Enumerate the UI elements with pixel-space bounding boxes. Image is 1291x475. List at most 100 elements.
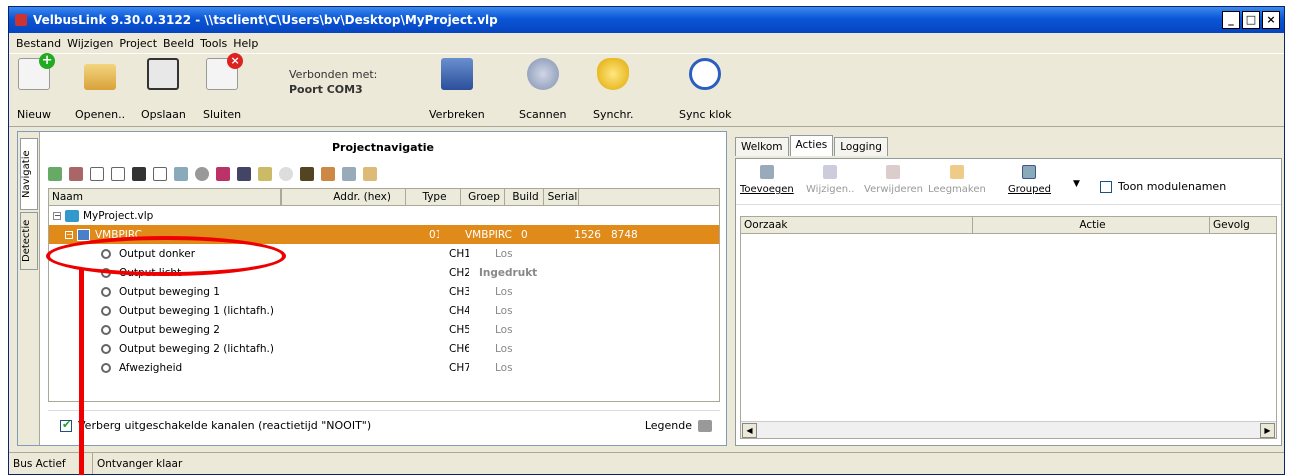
grouped-dropdown-icon[interactable]: ▼ — [1073, 179, 1080, 189]
scan-label: Scannen — [519, 108, 567, 121]
col-build[interactable]: Build — [505, 189, 544, 205]
close-button[interactable]: × — [1262, 11, 1280, 29]
add-link-icon — [759, 165, 774, 179]
module-icon[interactable] — [216, 167, 230, 181]
scroll-right-icon[interactable]: ▶ — [1260, 423, 1275, 438]
binoculars-icon[interactable] — [132, 167, 146, 181]
new-file-icon: + — [18, 53, 56, 90]
maximize-button[interactable]: □ — [1242, 11, 1260, 29]
channel-row[interactable]: Afwezigheid CH7 Los — [49, 358, 719, 377]
main-toolbar: + Nieuw Openen.. Opslaan × Sluiten Verbo… — [9, 53, 1284, 127]
channel-radio-icon — [101, 343, 111, 354]
channel-name: Output beweging 1 (lichtafh.) — [119, 304, 274, 317]
show-module-names-checkbox[interactable] — [1100, 180, 1112, 193]
book-icon[interactable] — [300, 167, 314, 181]
legend-link[interactable]: Legende — [645, 419, 692, 432]
add-action-button[interactable]: Toevoegen — [740, 165, 794, 195]
scroll-left-icon[interactable]: ◀ — [742, 423, 757, 438]
edit-action-button[interactable]: Wijzigen.. — [806, 165, 854, 195]
folder-icon — [84, 64, 117, 90]
brush-icon[interactable] — [258, 167, 272, 181]
module-serial: 8748 — [611, 228, 638, 241]
channel-row[interactable]: Output beweging 1 (lichtafh.) CH4 Los — [49, 301, 719, 320]
collapse-icon[interactable] — [111, 167, 125, 181]
menu-wijzigen[interactable]: Wijzigen — [64, 37, 116, 50]
tab-acties[interactable]: Acties — [789, 135, 834, 156]
col-serial[interactable]: Serial — [544, 189, 579, 205]
clear-actions-button[interactable]: Leegmaken — [928, 165, 986, 195]
col-cause[interactable]: Oorzaak — [741, 217, 973, 233]
remove-link-icon — [886, 165, 901, 179]
col-type[interactable]: Type — [406, 189, 461, 205]
sync-clock-button[interactable]: Sync klok — [679, 58, 732, 121]
ff-icon[interactable] — [237, 167, 251, 181]
tab-navigatie[interactable]: Navigatie — [20, 138, 38, 210]
disconnect-button[interactable]: Verbreken — [429, 58, 485, 121]
settings-icon[interactable] — [195, 167, 209, 181]
status-bar: Bus Actief Ontvanger klaar — [9, 452, 1284, 474]
sync-label: Synchr. — [593, 108, 634, 121]
channel-name: Afwezigheid — [119, 361, 183, 374]
tools-icon[interactable] — [174, 167, 188, 181]
show-module-names[interactable]: Toon modulenamen — [1100, 180, 1226, 193]
title-bar[interactable]: VelbusLink 9.30.0.3122 - \\tsclient\C\Us… — [9, 7, 1284, 33]
col-addr[interactable]: Addr. (hex) — [281, 189, 406, 205]
right-tabs: Welkom Acties Logging — [735, 135, 889, 156]
broom-icon — [949, 165, 964, 179]
printer-icon[interactable] — [698, 419, 712, 432]
channel-name: Output beweging 2 (lichtafh.) — [119, 342, 274, 355]
disconnect-icon — [440, 58, 473, 90]
close-project-label: Sluiten — [203, 108, 242, 121]
expand-icon[interactable] — [90, 167, 104, 181]
col-action[interactable]: Actie — [973, 217, 1210, 233]
scan-button[interactable]: Scannen — [519, 58, 566, 121]
menu-beeld[interactable]: Beeld — [160, 37, 197, 50]
module-group: 0 — [521, 228, 528, 241]
window-icon[interactable] — [153, 167, 167, 181]
channel-row[interactable]: Output beweging 1 CH3 Los — [49, 282, 719, 301]
list-icon[interactable] — [342, 167, 356, 181]
tag-icon[interactable] — [363, 167, 377, 181]
play-icon[interactable] — [279, 167, 293, 181]
tab-welkom[interactable]: Welkom — [735, 137, 789, 156]
remove-action-button[interactable]: Verwijderen — [864, 165, 923, 195]
module-type: VMBPIRC — [465, 228, 512, 241]
collapse-toggle-icon[interactable]: − — [65, 230, 73, 239]
remove-module-icon[interactable] — [69, 167, 83, 181]
menu-tools[interactable]: Tools — [197, 37, 230, 50]
channel-state: Ingedrukt — [479, 266, 538, 279]
hide-disabled-checkbox[interactable]: ✔ — [60, 418, 72, 432]
sync-button[interactable]: Synchr. — [593, 58, 634, 121]
new-button[interactable]: + Nieuw — [17, 53, 56, 121]
horizontal-scrollbar[interactable]: ◀ ▶ — [741, 421, 1276, 438]
channel-state: Los — [495, 247, 513, 260]
channel-name: Output beweging 1 — [119, 285, 220, 298]
edit-icon[interactable] — [321, 167, 335, 181]
minimize-button[interactable]: _ — [1222, 11, 1240, 29]
channel-id: CH3 — [449, 285, 469, 298]
panel-title: Projectnavigatie — [331, 140, 435, 154]
menu-bestand[interactable]: Bestand — [13, 37, 64, 50]
menu-project[interactable]: Project — [116, 37, 160, 50]
save-button[interactable]: Opslaan — [141, 58, 186, 121]
channel-row[interactable]: Output beweging 2 CH5 Los — [49, 320, 719, 339]
grouped-button[interactable]: Grouped — [1008, 165, 1051, 195]
col-group[interactable]: Groep — [461, 189, 505, 205]
tab-logging[interactable]: Logging — [834, 137, 888, 156]
col-name[interactable]: Naam — [49, 189, 281, 205]
app-icon — [15, 14, 27, 26]
menu-help[interactable]: Help — [230, 37, 261, 50]
tab-detectie[interactable]: Detectie — [20, 212, 38, 270]
save-label: Opslaan — [141, 108, 186, 121]
close-project-button[interactable]: × Sluiten — [203, 53, 244, 121]
project-row[interactable]: − MyProject.vlp — [49, 206, 719, 225]
actions-body: Toevoegen Wijzigen.. Verwijderen Leegmak… — [735, 158, 1282, 446]
collapse-toggle-icon[interactable]: − — [53, 211, 61, 220]
channel-row[interactable]: Output beweging 2 (lichtafh.) CH6 Los — [49, 339, 719, 358]
open-button[interactable]: Openen.. — [75, 58, 125, 121]
connection-info: Verbonden met: Poort COM3 — [289, 68, 399, 96]
col-effect[interactable]: Gevolg — [1210, 217, 1276, 233]
connected-label: Verbonden met: — [289, 68, 378, 81]
channel-id: CH1 — [449, 247, 469, 260]
add-module-icon[interactable] — [48, 167, 62, 181]
